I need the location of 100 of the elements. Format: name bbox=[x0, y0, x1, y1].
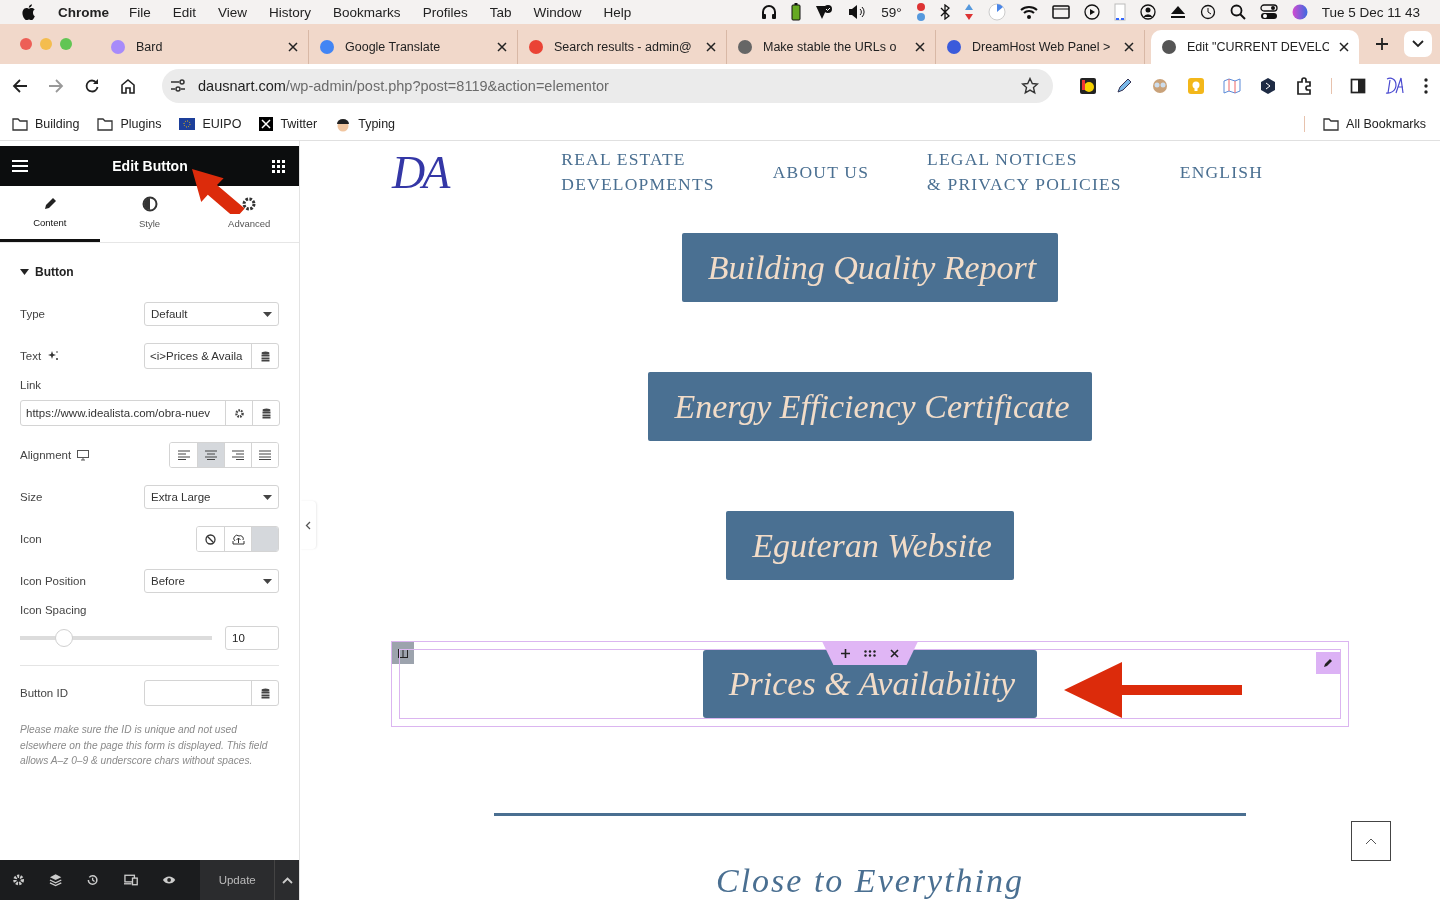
url-text[interactable]: dausnart.com/wp-admin/post.php?post=8119&action=elementor bbox=[198, 78, 609, 94]
database-icon[interactable] bbox=[260, 350, 270, 362]
site-button[interactable]: Energy Efficiency Certificate bbox=[648, 372, 1092, 442]
site-logo[interactable]: DA bbox=[392, 145, 452, 199]
toggles-icon[interactable] bbox=[1259, 4, 1278, 20]
eye-icon[interactable] bbox=[161, 875, 177, 885]
settings-icon[interactable] bbox=[12, 873, 26, 887]
apple-icon[interactable] bbox=[22, 4, 36, 20]
close-icon[interactable] bbox=[915, 42, 925, 52]
play-icon[interactable] bbox=[1083, 4, 1100, 20]
menu-icon[interactable] bbox=[12, 160, 28, 172]
map-icon[interactable] bbox=[1223, 77, 1241, 95]
highlighter-icon[interactable] bbox=[1115, 77, 1133, 95]
new-tab-icon[interactable] bbox=[1375, 37, 1389, 51]
orb-icon[interactable] bbox=[1291, 4, 1308, 20]
nav-link[interactable]: LEGAL NOTICES & PRIVACY POLICIES bbox=[927, 147, 1122, 198]
close-icon[interactable] bbox=[1124, 42, 1134, 52]
bluetooth-icon[interactable] bbox=[939, 4, 950, 20]
bookmark-link[interactable]: Plugins bbox=[120, 117, 162, 131]
bookmark-link[interactable]: EUIPO bbox=[202, 117, 242, 131]
forward-icon[interactable] bbox=[48, 78, 64, 94]
responsive-icon[interactable] bbox=[123, 874, 138, 886]
dots-icon[interactable] bbox=[915, 2, 926, 22]
panel-tab[interactable]: Style bbox=[99, 186, 200, 242]
panel-tab[interactable]: Advanced bbox=[199, 186, 299, 242]
headphones-icon[interactable] bbox=[761, 4, 778, 20]
menu-item[interactable]: Tab bbox=[489, 4, 512, 20]
bookmark-link[interactable]: Typing bbox=[358, 117, 396, 131]
close-icon[interactable] bbox=[706, 42, 716, 52]
drag-icon[interactable] bbox=[864, 649, 876, 657]
close-icon[interactable] bbox=[890, 648, 899, 658]
update-button[interactable]: Update bbox=[200, 860, 275, 900]
eject-icon[interactable] bbox=[1169, 5, 1186, 19]
browser-tab[interactable]: Make stable the URLs o bbox=[727, 30, 936, 64]
extensions-icon[interactable] bbox=[1295, 77, 1313, 95]
folder-icon[interactable] bbox=[97, 117, 114, 131]
wifi-icon[interactable] bbox=[1019, 5, 1038, 19]
settings-icon[interactable] bbox=[233, 407, 245, 419]
button-id-input[interactable] bbox=[144, 680, 279, 706]
window-icon[interactable] bbox=[1051, 5, 1070, 19]
column-handle[interactable] bbox=[392, 642, 414, 665]
folder-icon[interactable] bbox=[1323, 117, 1340, 131]
menu-item[interactable]: Edit bbox=[172, 4, 197, 20]
spacing-input[interactable]: 10 bbox=[225, 626, 279, 650]
update-options-button[interactable] bbox=[274, 860, 300, 900]
bookmark-star-icon[interactable] bbox=[1021, 77, 1039, 95]
browser-tab[interactable]: Google Translate bbox=[309, 30, 518, 64]
database-icon[interactable] bbox=[261, 407, 271, 419]
search-icon[interactable] bbox=[1229, 4, 1246, 20]
site-button[interactable]: Building Quality Report bbox=[681, 233, 1059, 303]
add-icon[interactable] bbox=[841, 648, 850, 658]
flag-icon[interactable] bbox=[179, 118, 196, 130]
clock-text[interactable]: Tue 5 Dec 11 43 bbox=[1321, 4, 1420, 20]
up-down-arrows-icon[interactable] bbox=[963, 3, 974, 21]
edit-widget-button[interactable] bbox=[1316, 652, 1340, 675]
site-button[interactable]: Prices & Availability bbox=[702, 650, 1038, 719]
extension-icon[interactable] bbox=[1079, 77, 1097, 95]
history-icon[interactable] bbox=[86, 873, 100, 887]
size-select[interactable]: Extra Large bbox=[144, 485, 279, 509]
menu-item[interactable]: History bbox=[269, 4, 312, 20]
nav-link[interactable]: ABOUT US bbox=[772, 159, 870, 185]
volume-icon[interactable] bbox=[847, 4, 868, 20]
browser-tab[interactable]: DreamHost Web Panel > bbox=[936, 30, 1145, 64]
grid-icon[interactable] bbox=[272, 159, 285, 173]
site-button[interactable]: Eguteran Website bbox=[726, 511, 1014, 581]
menu-item[interactable]: View bbox=[218, 4, 248, 20]
menu-item[interactable]: File bbox=[129, 4, 151, 20]
reload-icon[interactable] bbox=[84, 78, 100, 94]
more-icon[interactable] bbox=[1424, 78, 1428, 94]
avatar-icon[interactable] bbox=[335, 116, 352, 132]
temperature-text[interactable]: 59° bbox=[881, 4, 902, 20]
align-button[interactable] bbox=[251, 443, 278, 467]
home-icon[interactable] bbox=[120, 78, 136, 94]
x-logo-icon[interactable] bbox=[259, 117, 274, 131]
battery-icon[interactable] bbox=[791, 3, 802, 21]
menu-item[interactable]: Bookmarks bbox=[333, 4, 401, 20]
layers-icon[interactable] bbox=[49, 873, 63, 887]
desktop-icon[interactable] bbox=[77, 449, 90, 461]
panel-tab[interactable]: Content bbox=[0, 186, 100, 242]
scroll-top-button[interactable] bbox=[1351, 821, 1391, 861]
pie-icon[interactable] bbox=[987, 3, 1006, 21]
browser-tab[interactable]: Search results - admin@ bbox=[518, 30, 727, 64]
icon-picker[interactable] bbox=[196, 526, 279, 552]
nav-link[interactable]: ENGLISH bbox=[1179, 159, 1264, 185]
user-icon[interactable] bbox=[1139, 4, 1156, 20]
link-input[interactable]: https://www.idealista.com/obra-nuev bbox=[20, 400, 280, 426]
bookmark-link[interactable]: Twitter bbox=[280, 117, 318, 131]
clock-icon[interactable] bbox=[1199, 4, 1216, 20]
back-icon[interactable] bbox=[12, 78, 28, 94]
menu-item[interactable]: Window bbox=[533, 4, 582, 20]
close-icon[interactable] bbox=[497, 42, 507, 52]
phone-icon[interactable] bbox=[1113, 3, 1126, 21]
site-settings-icon[interactable] bbox=[170, 79, 186, 93]
sparkle-icon[interactable] bbox=[47, 350, 60, 362]
menu-item[interactable]: Help bbox=[603, 4, 632, 20]
database-icon[interactable] bbox=[260, 687, 270, 699]
icon-position-select[interactable]: Before bbox=[144, 569, 279, 593]
hexagon-icon[interactable] bbox=[1259, 77, 1277, 95]
side-panel-icon[interactable] bbox=[1350, 78, 1366, 94]
profile-logo-icon[interactable] bbox=[1384, 76, 1406, 96]
